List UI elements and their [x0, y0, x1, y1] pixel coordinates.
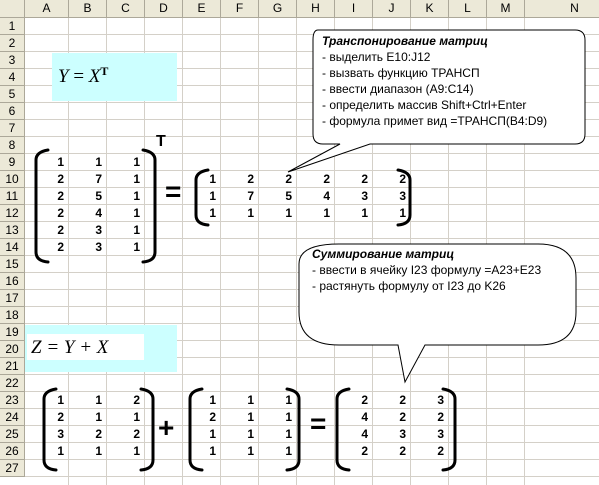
matrix-a-cell[interactable]: 2	[69, 426, 107, 443]
matrix-z-cell[interactable]: 3	[411, 426, 449, 443]
matrix-a-cell[interactable]: 1	[25, 443, 69, 460]
matrix-z-cell[interactable]: 2	[373, 392, 411, 409]
matrix-b-cell[interactable]: 1	[221, 426, 259, 443]
matrix-z-cell[interactable]: 4	[335, 409, 373, 426]
matrix-z-cell[interactable]: 2	[335, 392, 373, 409]
matrix-b-cell[interactable]: 1	[183, 392, 221, 409]
matrix-y-cell[interactable]: 1	[183, 171, 221, 188]
plus-sign: +	[158, 412, 175, 443]
equals-sign-2: =	[310, 408, 327, 439]
callout-transpose-line: - формула примет вид =ТРАНСП(B4:D9)	[322, 114, 548, 128]
matrix-a-cell[interactable]: 1	[69, 409, 107, 426]
matrix-z-cell[interactable]: 2	[373, 443, 411, 460]
matrix-x-cell[interactable]: 2	[25, 239, 69, 256]
matrix-a-cell[interactable]: 2	[25, 409, 69, 426]
matrix-b-cell[interactable]: 1	[183, 426, 221, 443]
callout-transpose-line: - ввести диапазон (A9:C14)	[322, 82, 474, 96]
matrix-y-cell[interactable]: 4	[297, 188, 335, 205]
matrix-x-cell[interactable]: 1	[107, 171, 145, 188]
matrix-x-cell[interactable]: 2	[25, 222, 69, 239]
matrix-x-cell[interactable]: 5	[69, 188, 107, 205]
matrix-y-cell[interactable]: 1	[373, 205, 411, 222]
matrix-y-cell[interactable]: 1	[297, 205, 335, 222]
matrix-y-cell[interactable]: 3	[373, 188, 411, 205]
matrix-a-cell[interactable]: 2	[107, 426, 145, 443]
matrix-x-cell[interactable]: 2	[25, 205, 69, 222]
callout-sum-line: - ввести в ячейку I23 формулу =A23+E23	[312, 263, 542, 277]
matrix-y-cell[interactable]: 1	[183, 188, 221, 205]
matrix-b-cell[interactable]: 1	[259, 409, 297, 426]
matrix-a-cell[interactable]: 1	[107, 443, 145, 460]
matrix-z-cell[interactable]: 3	[411, 392, 449, 409]
matrix-b-cell[interactable]: 1	[259, 426, 297, 443]
callout-transpose: Транспонирование матриц - выделить E10:J…	[322, 33, 547, 129]
matrix-y-cell[interactable]: 5	[259, 188, 297, 205]
matrix-z-cell[interactable]: 4	[335, 426, 373, 443]
matrix-y-cell[interactable]: 7	[221, 188, 259, 205]
matrix-b-cell[interactable]: 1	[221, 443, 259, 460]
matrix-x-cell[interactable]: 7	[69, 171, 107, 188]
matrix-b-cell[interactable]: 1	[221, 409, 259, 426]
matrix-a-cell[interactable]: 1	[69, 443, 107, 460]
matrix-y-cell[interactable]: 2	[221, 171, 259, 188]
matrix-y-cell[interactable]: 2	[335, 171, 373, 188]
matrix-x-cell[interactable]: 1	[25, 154, 69, 171]
callout-transpose-title: Транспонирование матриц	[322, 34, 488, 48]
matrix-x-cell[interactable]: 1	[107, 188, 145, 205]
matrix-a-cell[interactable]: 3	[25, 426, 69, 443]
matrix-a-cell[interactable]: 1	[25, 392, 69, 409]
matrix-y-cell[interactable]: 1	[221, 205, 259, 222]
matrix-y-cell[interactable]: 1	[259, 205, 297, 222]
matrix-a-cell[interactable]: 1	[69, 392, 107, 409]
matrix-b-cell[interactable]: 1	[183, 443, 221, 460]
matrix-b-cell[interactable]: 1	[221, 392, 259, 409]
equals-sign-1: =	[165, 176, 182, 207]
matrix-x-cell[interactable]: 2	[25, 188, 69, 205]
callout-transpose-line: - определить массив Shift+Ctrl+Enter	[322, 98, 527, 112]
matrix-x-cell[interactable]: 4	[69, 205, 107, 222]
matrix-y-cell[interactable]: 1	[335, 205, 373, 222]
callout-sum: Суммирование матриц - ввести в ячейку I2…	[312, 246, 541, 294]
matrix-z-cell[interactable]: 2	[373, 409, 411, 426]
matrix-y-cell[interactable]: 1	[183, 205, 221, 222]
matrix-x-cell[interactable]: 1	[69, 154, 107, 171]
matrix-x-cell[interactable]: 1	[107, 222, 145, 239]
matrix-x-cell[interactable]: 1	[107, 154, 145, 171]
matrix-x-cell[interactable]: 3	[69, 222, 107, 239]
matrix-z-cell[interactable]: 3	[373, 426, 411, 443]
callout-transpose-line: - вызвать функцию ТРАНСП	[322, 66, 480, 80]
callout-transpose-line: - выделить E10:J12	[322, 50, 431, 64]
matrix-b-cell[interactable]: 2	[183, 409, 221, 426]
matrix-z-cell[interactable]: 2	[411, 409, 449, 426]
matrix-y-cell[interactable]: 2	[259, 171, 297, 188]
matrix-z-cell[interactable]: 2	[411, 443, 449, 460]
matrix-z-cell[interactable]: 2	[335, 443, 373, 460]
matrix-b-cell[interactable]: 1	[259, 443, 297, 460]
matrix-b-cell[interactable]: 1	[259, 392, 297, 409]
matrix-x-cell[interactable]: 3	[69, 239, 107, 256]
transpose-mark: T	[156, 133, 166, 150]
matrix-y-cell[interactable]: 3	[335, 188, 373, 205]
callout-sum-line: - растянуть формулу от I23 до K26	[312, 279, 506, 293]
matrix-y-cell[interactable]: 2	[297, 171, 335, 188]
matrix-y-cell[interactable]: 2	[373, 171, 411, 188]
matrix-x-cell[interactable]: 2	[25, 171, 69, 188]
matrix-a-cell[interactable]: 2	[107, 392, 145, 409]
matrix-x-cell[interactable]: 1	[107, 239, 145, 256]
callout-sum-title: Суммирование матриц	[312, 247, 455, 261]
matrix-a-cell[interactable]: 1	[107, 409, 145, 426]
matrix-x-cell[interactable]: 1	[107, 205, 145, 222]
